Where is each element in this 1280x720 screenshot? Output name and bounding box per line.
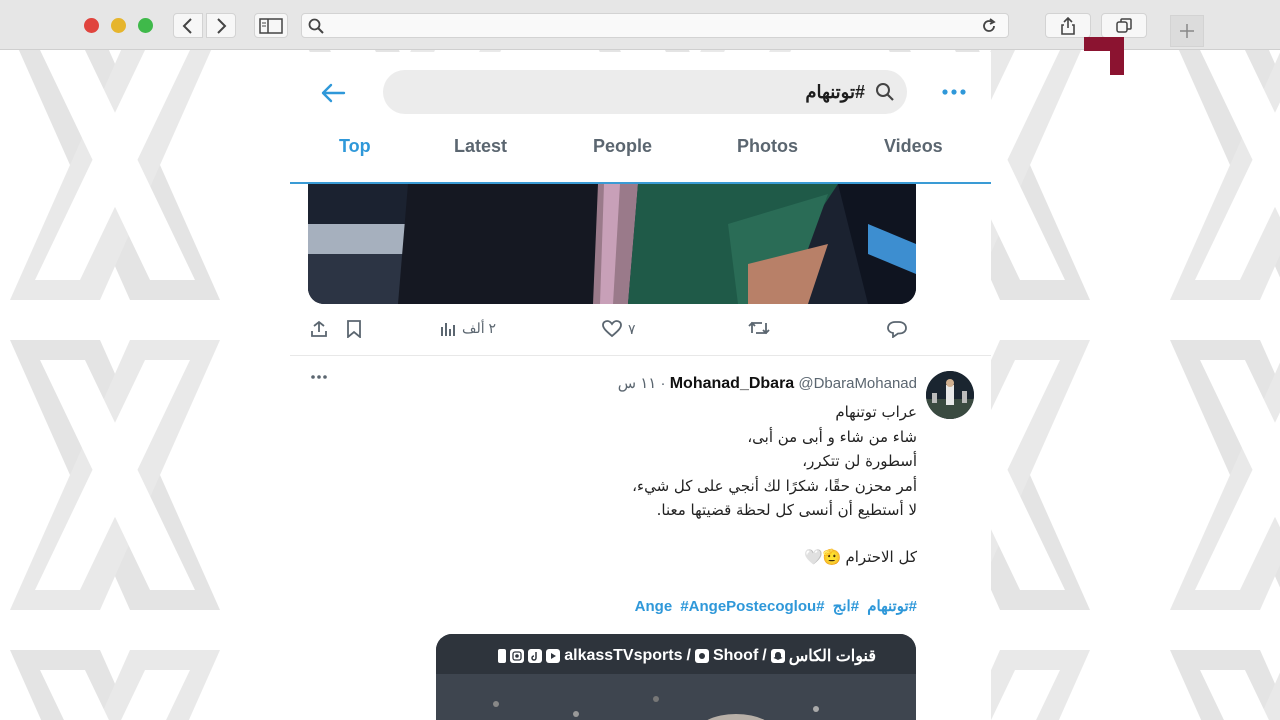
respect-text: كل الاحترام	[845, 548, 917, 566]
sidebar-icon	[259, 17, 283, 34]
hashtag-link[interactable]: #انج	[833, 598, 859, 615]
close-window-button[interactable]	[84, 18, 99, 33]
zoom-window-button[interactable]	[138, 18, 153, 33]
tweet-media-image[interactable]: قنوات الكاس / Shoof / alkassTVsports	[436, 634, 916, 720]
reply-button[interactable]	[887, 320, 907, 338]
tweet-line: لا أستطيع أن أنسى كل لحظة قضيتها معنا.	[656, 501, 917, 519]
retweet-icon	[748, 321, 770, 335]
bookmark-button[interactable]	[346, 320, 362, 338]
address-bar[interactable]	[301, 13, 1009, 38]
twitter-search-panel: #توتنهام Top Latest People Photos Videos	[290, 52, 991, 720]
browser-back-button[interactable]	[173, 13, 203, 38]
browser-forward-button[interactable]	[206, 13, 236, 38]
tab-videos[interactable]: Videos	[884, 136, 943, 157]
share-icon	[311, 320, 327, 337]
tab-people[interactable]: People	[593, 136, 652, 157]
share-button[interactable]	[1045, 13, 1091, 38]
salute-emoji: 🫡🤍	[804, 548, 842, 566]
hashtag-link[interactable]: #توتنهام	[867, 598, 917, 615]
tiktok-icon	[528, 649, 543, 663]
watermark-separator: /	[762, 647, 767, 664]
new-tab-button[interactable]	[1170, 15, 1204, 47]
hashtag-list: #توتنهام #انج #Ange #AngePostecoglou	[631, 597, 917, 615]
watermark-separator: /	[686, 647, 691, 664]
search-tabs: Top Latest People Photos Videos	[290, 134, 991, 164]
retweet-button[interactable]	[748, 320, 770, 336]
bookmark-icon	[347, 320, 361, 338]
shoof-icon	[694, 649, 709, 663]
tweet-line: أسطورة لن تتكرر،	[802, 452, 917, 470]
minimize-window-button[interactable]	[111, 18, 126, 33]
plus-icon	[1180, 24, 1194, 38]
views-count[interactable]: ٢ ألف	[440, 320, 496, 337]
reload-icon[interactable]	[980, 17, 998, 35]
shoof-label: Shoof	[712, 647, 759, 664]
media-watermark: قنوات الكاس / Shoof / alkassTVsports	[498, 646, 876, 666]
tweet-line: شاء من شاء و أبى من أبى،	[747, 427, 917, 446]
tab-top[interactable]: Top	[339, 136, 371, 157]
facebook-icon	[498, 649, 507, 663]
tweet-text: عراب توتنهام شاء من شاء و أبى من أبى، أس…	[497, 400, 917, 523]
tab-latest[interactable]: Latest	[454, 136, 507, 157]
tweet-actions: ٢ ألف ٧	[290, 316, 991, 346]
tweet-header: Mohanad_Dbara @DbaraMohanad · ١١ س	[618, 374, 917, 393]
search-query: #توتنهام	[805, 82, 865, 102]
snapchat-icon	[770, 649, 785, 663]
search-icon	[308, 18, 324, 34]
like-icon	[602, 320, 622, 338]
display-name[interactable]: Mohanad_Dbara	[670, 375, 794, 392]
sidebar-toggle-button[interactable]	[254, 13, 288, 38]
youtube-icon	[546, 649, 561, 663]
tweet-respect-line: كل الاحترام 🫡🤍	[804, 548, 917, 566]
reply-icon	[887, 321, 907, 338]
trophy-photo	[308, 184, 916, 304]
header-separator: ·	[660, 375, 666, 392]
tweet-more-icon[interactable]	[310, 372, 328, 382]
tab-photos[interactable]: Photos	[737, 136, 798, 157]
avatar-image	[926, 371, 974, 419]
hashtag-link[interactable]: #AngePostecoglou	[680, 598, 816, 615]
social-handle: alkassTVsports	[564, 647, 683, 664]
likes-text: ٧	[628, 320, 636, 337]
instagram-icon	[510, 649, 525, 663]
user-handle[interactable]: @DbaraMohanad	[798, 375, 917, 392]
channel-name: قنوات الكاس	[788, 648, 876, 665]
like-button[interactable]: ٧	[602, 320, 636, 338]
tweet-media-image[interactable]	[308, 184, 916, 304]
tweet-line: عراب توتنهام	[835, 403, 917, 421]
back-arrow-icon[interactable]	[320, 82, 346, 104]
chevron-left-icon	[182, 17, 192, 34]
tweet-line: أمر محزن حقًا، شكرًا لك أنجي على كل شيء،	[632, 476, 917, 495]
share-tweet-button[interactable]	[310, 320, 328, 338]
share-icon	[1061, 16, 1075, 35]
tweet-time[interactable]: ١١ س	[618, 375, 657, 392]
search-icon	[876, 83, 894, 101]
avatar[interactable]	[926, 371, 974, 419]
search-header: #توتنهام Top Latest People Photos Videos	[290, 52, 991, 184]
channel-logo	[1084, 37, 1124, 75]
views-text: ٢ ألف	[462, 320, 497, 336]
search-input[interactable]: #توتنهام	[383, 70, 907, 114]
tabs-icon	[1116, 17, 1132, 33]
views-icon	[441, 322, 455, 336]
more-icon[interactable]	[941, 82, 967, 102]
show-tabs-button[interactable]	[1101, 13, 1147, 38]
tweet-divider	[290, 355, 991, 356]
chevron-right-icon	[217, 17, 227, 34]
